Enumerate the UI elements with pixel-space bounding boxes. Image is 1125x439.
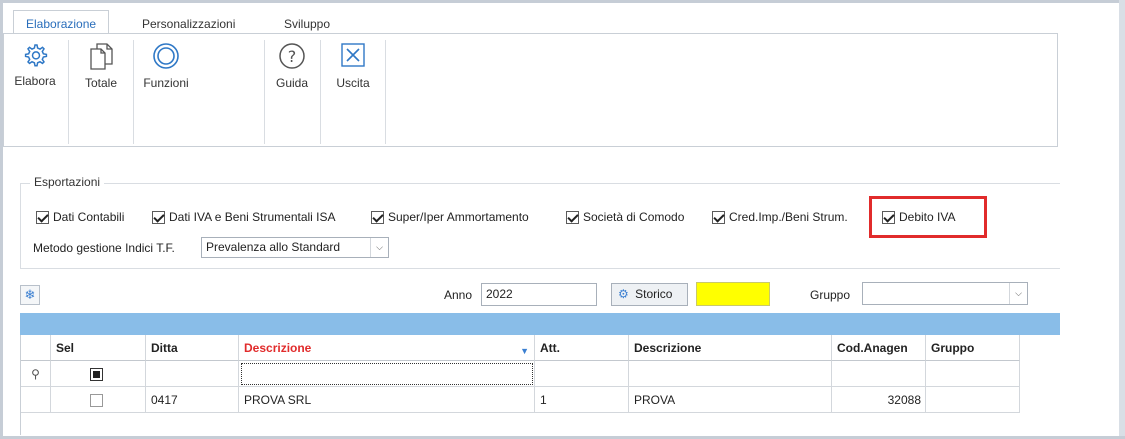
- totale-button[interactable]: Totale: [74, 42, 128, 112]
- pin-icon: ⚲: [21, 361, 51, 387]
- checkbox-icon[interactable]: [89, 368, 103, 382]
- checkbox-icon[interactable]: [152, 211, 165, 225]
- ribbon-separator: [133, 40, 134, 144]
- chevron-down-icon[interactable]: ⌵: [1009, 283, 1027, 304]
- column-header-descrizione[interactable]: Descrizione ▼: [239, 335, 535, 361]
- column-header-gruppo[interactable]: Gruppo: [926, 335, 1020, 361]
- metodo-select[interactable]: Prevalenza allo Standard ⌵: [201, 237, 389, 258]
- checkbox-icon[interactable]: [371, 211, 384, 225]
- checkbox-label: Società di Comodo: [583, 210, 685, 224]
- help-icon: ?: [279, 43, 305, 69]
- column-header-cod-anagen[interactable]: Cod.Anagen: [832, 335, 926, 361]
- data-grid: Sel Ditta Descrizione ▼ Att. Descrizione…: [20, 335, 1061, 435]
- ribbon-separator: [320, 40, 321, 144]
- column-header-ditta[interactable]: Ditta: [146, 335, 239, 361]
- checkbox-icon[interactable]: [36, 211, 49, 225]
- gruppo-select[interactable]: ⌵: [862, 282, 1028, 305]
- grid-header-row: Sel Ditta Descrizione ▼ Att. Descrizione…: [21, 335, 1021, 361]
- column-header-descrizione-label: Descrizione: [244, 341, 312, 355]
- filter-cod-anagen-cell[interactable]: [832, 361, 926, 387]
- snowflake-icon: ❄: [24, 287, 36, 302]
- ribbon-separator: [68, 40, 69, 144]
- row-indicator: [21, 387, 51, 413]
- checkbox-societa-comodo[interactable]: Società di Comodo: [566, 209, 684, 225]
- checkbox-label: Dati Contabili: [53, 210, 125, 224]
- anno-input[interactable]: 2022: [481, 283, 597, 306]
- filter-icon[interactable]: ▼: [520, 338, 529, 360]
- guida-label: Guida: [275, 76, 309, 90]
- uscita-button[interactable]: Uscita: [326, 42, 380, 112]
- filter-att-cell[interactable]: [535, 361, 629, 387]
- cell-descrizione[interactable]: PROVA SRL: [239, 387, 535, 413]
- column-header-indicator: [21, 335, 51, 361]
- storico-button[interactable]: ⚙ Storico: [611, 283, 688, 306]
- checkbox-label: Cred.Imp./Beni Strum.: [729, 210, 848, 224]
- uscita-label: Uscita: [336, 76, 370, 90]
- funzioni-button[interactable]: Funzioni: [138, 42, 194, 112]
- checkbox-icon[interactable]: [712, 211, 725, 225]
- metodo-label: Metodo gestione Indici T.F.: [33, 241, 175, 255]
- ribbon-tabs: Elaborazione Personalizzazioni Sviluppo: [3, 3, 1058, 37]
- cell-cod-anagen[interactable]: 32088: [832, 387, 926, 413]
- gear-icon: ⚙: [618, 287, 629, 301]
- filter-ditta-cell[interactable]: [146, 361, 239, 387]
- filter-row: ⚲: [21, 361, 1021, 387]
- ribbon-separator: [385, 40, 386, 144]
- table-row[interactable]: 0417 PROVA SRL 1 PROVA 32088: [21, 387, 1021, 413]
- elabora-button[interactable]: Elabora: [10, 42, 60, 112]
- cell-att[interactable]: 1: [535, 387, 629, 413]
- column-header-descrizione-2[interactable]: Descrizione: [629, 335, 832, 361]
- totale-label: Totale: [84, 76, 118, 90]
- checkbox-dati-iva[interactable]: Dati IVA e Beni Strumentali ISA: [152, 209, 336, 225]
- elabora-label: Elabora: [14, 74, 56, 88]
- group-border: [20, 183, 21, 268]
- exit-icon: [341, 43, 365, 67]
- filter-descrizione-cell[interactable]: [239, 361, 535, 387]
- gear-icon: [24, 44, 48, 67]
- chevron-down-icon[interactable]: ⌵: [370, 238, 388, 257]
- metodo-value: Prevalenza allo Standard: [206, 240, 341, 254]
- snowflake-button[interactable]: ❄: [20, 285, 40, 305]
- group-border: [20, 268, 1060, 269]
- filter-sel-checkbox[interactable]: [51, 361, 146, 387]
- filter-descrizione-2-cell[interactable]: [629, 361, 832, 387]
- grid-group-band: [20, 313, 1060, 335]
- checkbox-label: Super/Iper Ammortamento: [388, 210, 529, 224]
- column-header-sel[interactable]: Sel: [51, 335, 146, 361]
- ribbon-separator: [264, 40, 265, 144]
- anno-label: Anno: [444, 288, 473, 302]
- color-indicator: [696, 282, 770, 306]
- cell-ditta[interactable]: 0417: [146, 387, 239, 413]
- group-border: [20, 183, 1060, 184]
- funzioni-label: Funzioni: [143, 76, 189, 90]
- cell-gruppo[interactable]: [926, 387, 1020, 413]
- checkbox-icon[interactable]: [566, 211, 579, 225]
- checkbox-cred-imp[interactable]: Cred.Imp./Beni Strum.: [712, 209, 848, 225]
- column-header-att[interactable]: Att.: [535, 335, 629, 361]
- cell-descrizione-2[interactable]: PROVA: [629, 387, 832, 413]
- window-frame-right: [1119, 0, 1125, 439]
- checkbox-label: Dati IVA e Beni Strumentali ISA: [169, 210, 336, 224]
- gruppo-label: Gruppo: [810, 288, 851, 302]
- filter-gruppo-cell[interactable]: [926, 361, 1020, 387]
- checkbox-dati-contabili[interactable]: Dati Contabili: [36, 209, 124, 225]
- highlight-box: [869, 196, 987, 238]
- storico-label: Storico: [635, 287, 673, 301]
- checkbox-super-iper[interactable]: Super/Iper Ammortamento: [371, 209, 529, 225]
- row-sel-checkbox[interactable]: [51, 387, 146, 413]
- documents-icon: [90, 43, 113, 70]
- checkbox-icon[interactable]: [89, 394, 103, 408]
- ring-icon: [153, 43, 179, 69]
- svg-text:?: ?: [288, 47, 297, 66]
- guida-button[interactable]: ? Guida: [270, 42, 314, 112]
- ribbon-panel: Elabora Totale Funzioni ? Guida Uscita: [3, 33, 1058, 147]
- esportazioni-title: Esportazioni: [30, 175, 105, 189]
